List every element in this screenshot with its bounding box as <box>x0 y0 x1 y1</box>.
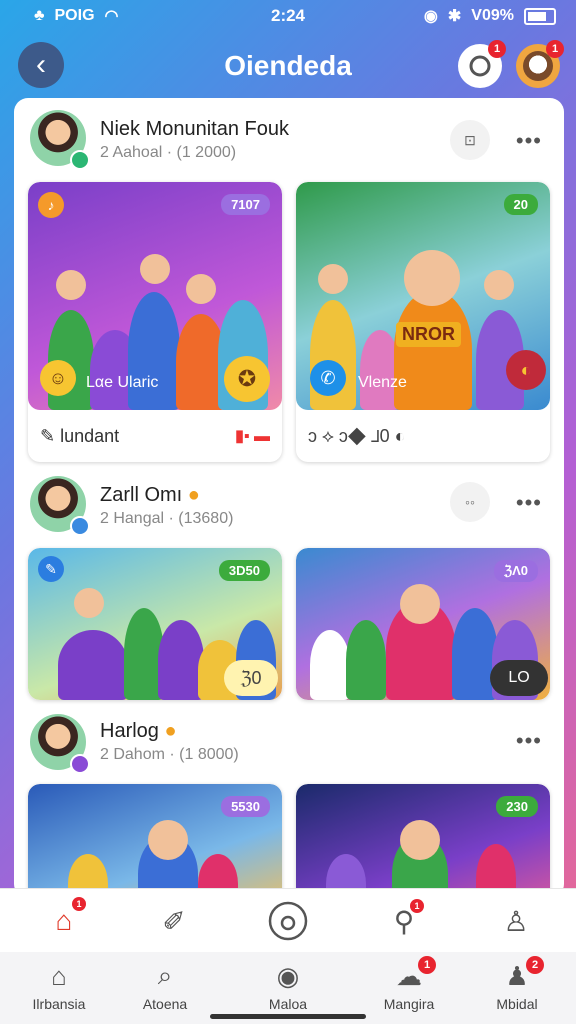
ring-icon <box>469 55 491 77</box>
compose-tab[interactable]: ✐ <box>150 899 198 943</box>
feed-card: Niek Monunitan Fouk 2 Aahoal · (1 2000) … <box>14 98 564 898</box>
reaction-chip[interactable]: ℨ0 <box>224 660 278 696</box>
author-name: Harlog <box>100 720 159 742</box>
profile-button[interactable]: 1 <box>516 40 564 88</box>
camera-chip[interactable]: LO <box>490 660 548 696</box>
home-tab[interactable]: ⌂ 1 <box>40 897 88 943</box>
post-image[interactable]: 20 NROR ✆ Vlenze ◐ <box>296 182 550 410</box>
nav-label: Mangira <box>383 996 435 1012</box>
chat-badge: 1 <box>418 956 436 974</box>
post-header: Zarll Omı ● 2 Hangal · (13680) ◦◦ ••• <box>14 474 564 544</box>
edit-icon: ✎ <box>40 426 56 446</box>
status-icon <box>70 516 90 536</box>
home-badge: 1 <box>72 897 86 911</box>
notification-badge: 1 <box>488 40 506 58</box>
post-author[interactable]: Harlog ● <box>100 720 177 743</box>
post-meta: 2 Aahoal · (1 2000) <box>100 144 237 161</box>
follow-button[interactable]: ◦◦ <box>450 482 490 522</box>
music-icon: ♪ <box>38 192 64 218</box>
nav-label: Atoena <box>142 996 188 1012</box>
smile-icon: ☺ <box>40 360 76 396</box>
status-bar: ♣ POIG ◠ 2:24 ◉ ✱ V09% <box>0 0 576 34</box>
tag-badge: 20 <box>503 194 538 215</box>
post-meta: 2 Dahom · (1 8000) <box>100 746 239 763</box>
mic-tab[interactable]: ⚲ 1 <box>380 899 428 943</box>
profile-tab[interactable]: ♙ <box>492 899 540 943</box>
record-tab[interactable] <box>264 899 312 943</box>
mic-badge: 1 <box>410 899 424 913</box>
nav-item-home[interactable]: ⌂ Ilrbansia <box>4 960 114 1013</box>
bookmark-icon: ⊡ <box>464 131 476 148</box>
post-image[interactable]: 5530 <box>28 784 282 898</box>
nav-item-record[interactable]: ◉ Maloa <box>233 960 343 1013</box>
home-indicator <box>210 1014 366 1019</box>
chat-icon: ✆ <box>310 360 346 396</box>
battery-icon <box>524 7 556 25</box>
online-status-icon <box>70 150 90 170</box>
post-image[interactable]: ℨΛ0 LO <box>296 548 550 700</box>
more-options-button[interactable]: ••• <box>516 490 542 516</box>
footer-label: lundant <box>60 426 120 446</box>
record-icon: ◉ <box>276 960 300 991</box>
tile-footer: ↄ ⟡ ↄ◆ ⅃0 ◐ <box>296 414 550 460</box>
nav-label: Mbidal <box>496 996 538 1012</box>
link-icon: ◦◦ <box>465 494 475 510</box>
reaction-icon[interactable]: ✪ <box>224 356 270 402</box>
record-circle-icon <box>268 901 308 941</box>
post-header: Harlog ● 2 Dahom · (1 8000) ••• <box>14 712 564 782</box>
home-icon: ⌂ <box>51 960 67 991</box>
footer-icons: ↄ ⟡ ↄ◆ ⅃0 ◐ <box>308 426 406 446</box>
image-caption: Lαe Ularic <box>86 374 159 391</box>
post-tile[interactable]: 20 NROR ✆ Vlenze ◐ ↄ ⟡ ↄ◆ ⅃0 ◐ <box>296 182 550 462</box>
notifications-button[interactable]: 1 <box>458 40 506 88</box>
post-author[interactable]: Zarll Omı ● <box>100 484 200 507</box>
post-tile[interactable]: ✎ 3D50 ℨ0 <box>28 548 282 700</box>
post-tile[interactable]: ♪ 7107 ☺ Lαe Ularic ✪ ✎ lundant ▮▪ ▬ <box>28 182 282 462</box>
more-options-button[interactable]: ••• <box>516 728 542 754</box>
group-illustration <box>28 810 282 898</box>
footer-icons: ▮▪ ▬ <box>235 428 270 445</box>
play-icon[interactable]: ◐ <box>506 350 546 390</box>
post-meta: 2 Hangal · (13680) <box>100 510 234 527</box>
save-button[interactable]: ⊡ <box>450 120 490 160</box>
post-image[interactable]: ✎ 3D50 ℨ0 <box>28 548 282 700</box>
post-tile[interactable]: 230 <box>296 784 550 898</box>
post-tile[interactable]: ℨΛ0 LO <box>296 548 550 700</box>
alarm-icon: ◉ <box>423 8 438 25</box>
nav-item-chat[interactable]: ☁ 1 Mangira <box>354 956 464 1012</box>
post-image[interactable]: ♪ 7107 ☺ Lαe Ularic ✪ <box>28 182 282 410</box>
post-image[interactable]: 230 <box>296 784 550 898</box>
house-icon: ⌂ <box>55 905 73 936</box>
status-icon <box>70 754 90 774</box>
chat-icon: ☁ 1 <box>354 956 464 992</box>
group-illustration <box>296 810 550 898</box>
nav-label: Ilrbansia <box>32 996 86 1012</box>
author-name: Zarll Omı <box>100 484 183 506</box>
feather-icon: ✐ <box>162 905 186 937</box>
search-icon: ⌕ <box>157 960 173 990</box>
tile-footer: ✎ lundant ▮▪ ▬ <box>28 414 282 460</box>
post-author[interactable]: Niek Monunitan Fouk <box>100 118 289 141</box>
nav-item-profile[interactable]: ♟ 2 Mbidal <box>462 956 572 1012</box>
profile-badge: 1 <box>546 40 564 58</box>
battery-percent: V09% <box>471 7 514 24</box>
tile-footer-text: ✎ lundant <box>40 426 119 447</box>
more-options-button[interactable]: ••• <box>516 128 542 154</box>
person-icon: ♙ <box>503 905 529 937</box>
emoji-icon: ● <box>187 484 200 506</box>
bluetooth-icon: ✱ <box>447 8 462 25</box>
nav-label: Maloa <box>268 996 308 1012</box>
post-tile[interactable]: 5530 <box>28 784 282 898</box>
profile-nav-badge: 2 <box>526 956 544 974</box>
sign-text: NROR <box>396 322 461 347</box>
action-bar: ⌂ 1 ✐ ⚲ 1 ♙ <box>0 888 576 953</box>
post-header: Niek Monunitan Fouk 2 Aahoal · (1 2000) … <box>14 108 564 178</box>
nav-item-search[interactable]: ⌕ Atoena <box>110 960 220 1012</box>
emoji-icon: ● <box>164 720 177 742</box>
top-header: ‹ Oiendeda 1 1 <box>0 38 576 94</box>
profile-icon: ♟ 2 <box>462 956 572 992</box>
image-caption: Vlenze <box>358 374 407 391</box>
tag-badge: 7107 <box>221 194 270 215</box>
